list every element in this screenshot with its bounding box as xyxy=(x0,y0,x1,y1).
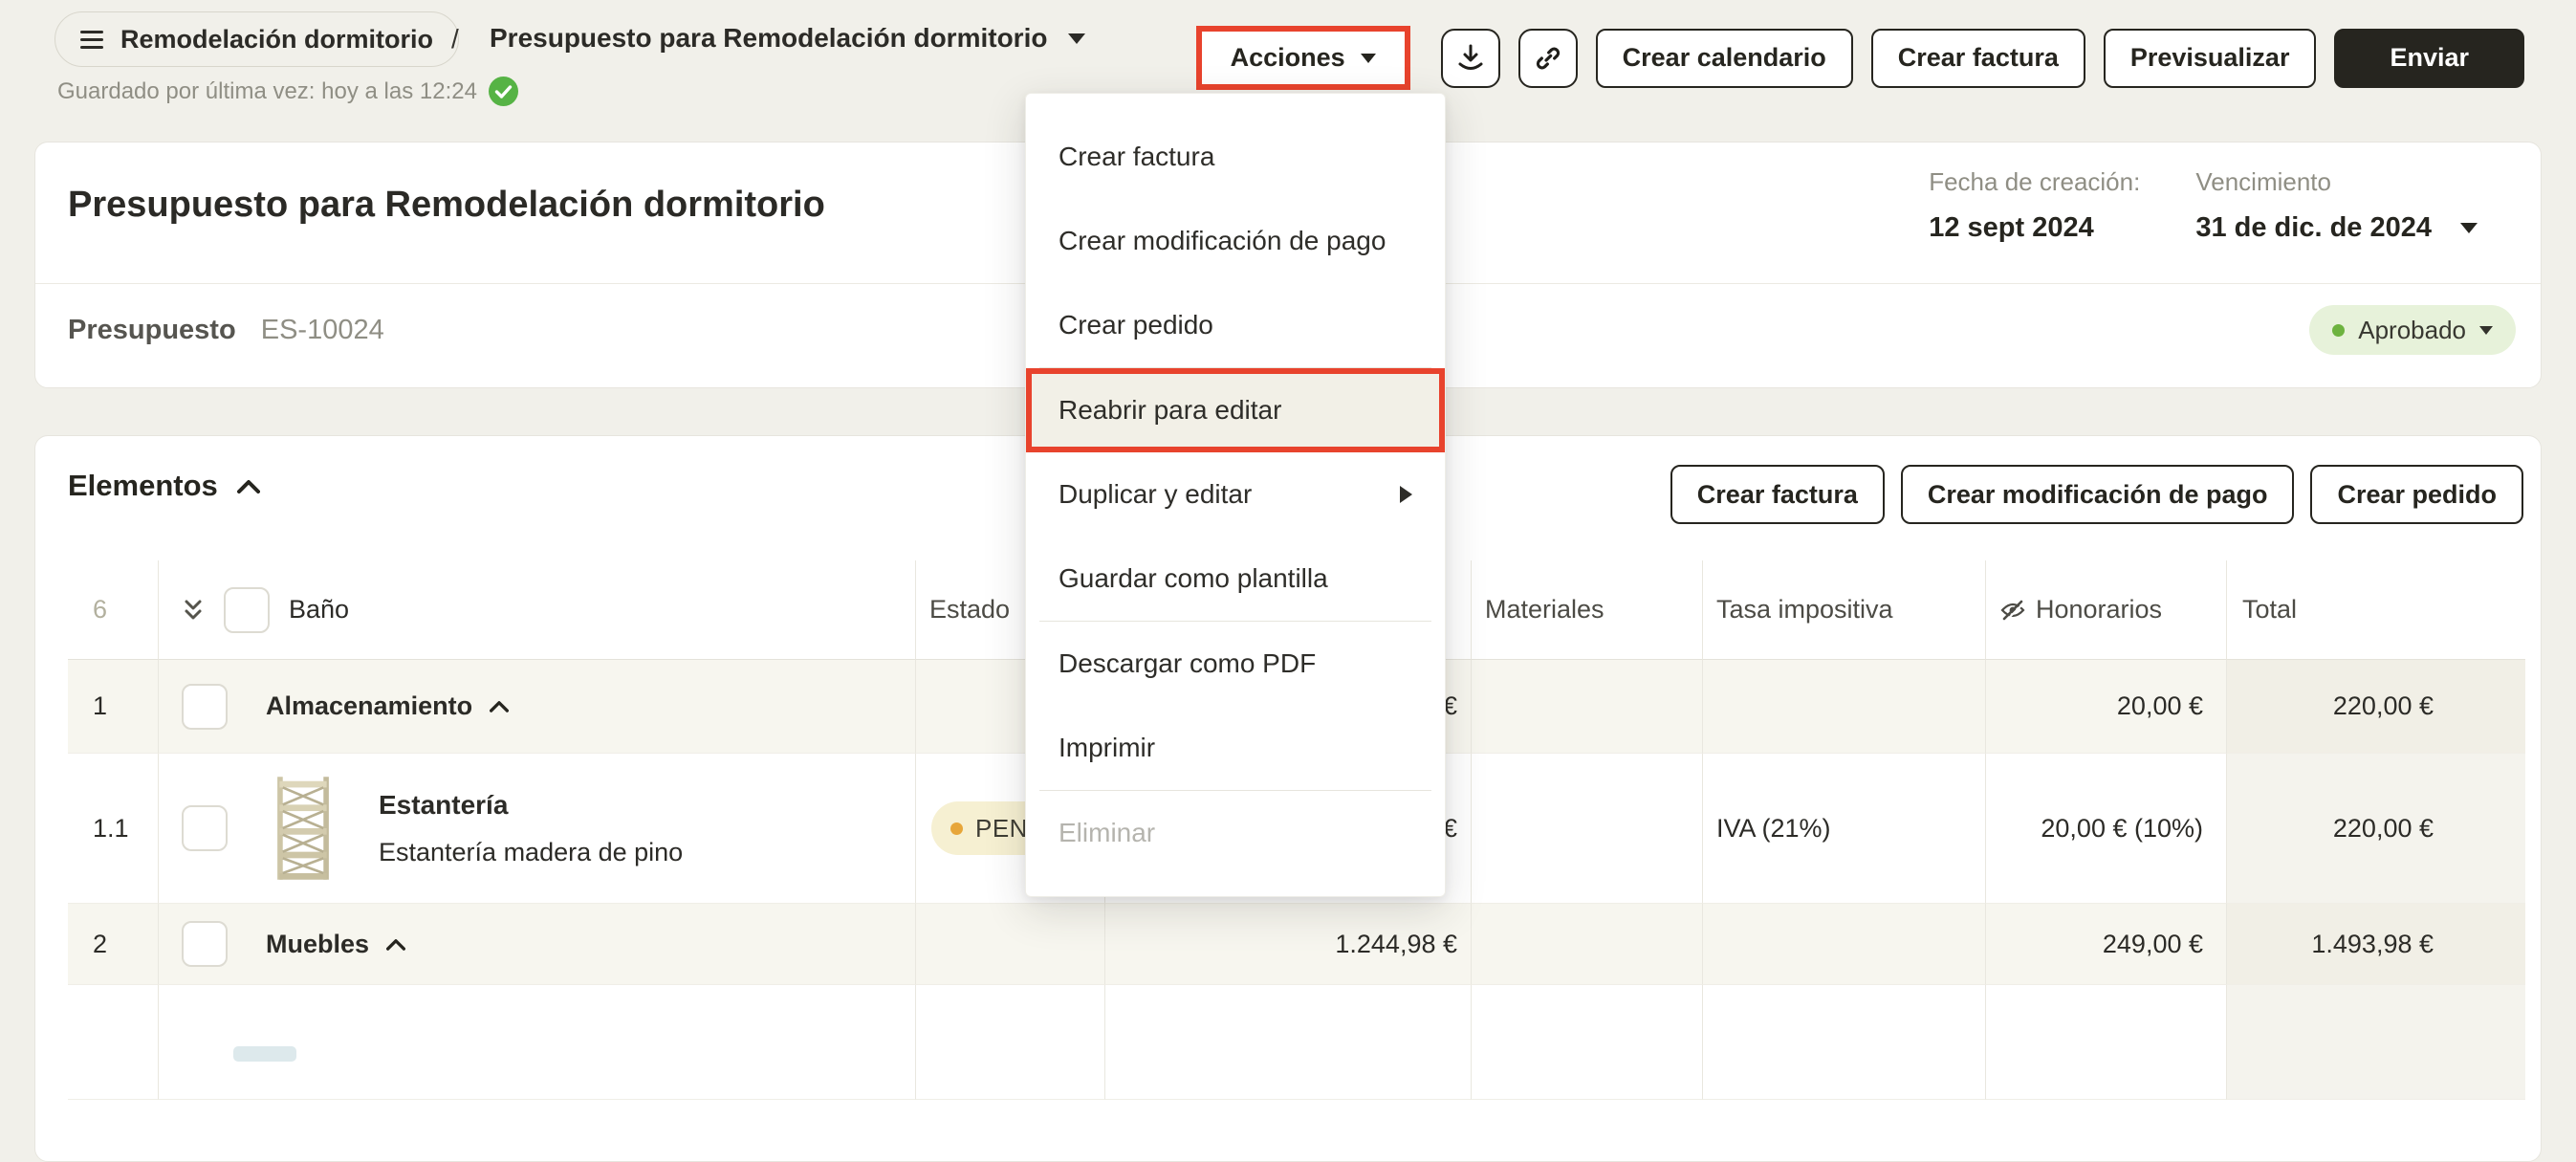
submenu-arrow-icon xyxy=(1400,486,1412,503)
crear-factura-button[interactable]: Crear factura xyxy=(1870,28,2085,88)
honorarios-cell: 20,00 € (10%) xyxy=(1986,754,2227,904)
due-date-value: 31 de dic. de 2024 xyxy=(2195,212,2432,243)
row-checkbox[interactable] xyxy=(182,683,228,730)
group-name-label: Muebles xyxy=(266,929,370,958)
enviar-button[interactable]: Enviar xyxy=(2334,28,2524,88)
product-thumbnail xyxy=(277,777,329,880)
materiales-cell xyxy=(1472,904,1703,985)
menu-item-crear-factura[interactable]: Crear factura xyxy=(1026,115,1445,199)
due-date: Vencimiento 31 de dic. de 2024 xyxy=(2195,167,2478,244)
elementos-crear-pedido-button[interactable]: Crear pedido xyxy=(2310,465,2523,524)
elementos-title: Elementos xyxy=(68,469,218,502)
document-type-label: Presupuesto xyxy=(68,315,236,345)
document-number: ES-10024 xyxy=(260,315,384,345)
eye-off-icon xyxy=(2000,600,2025,622)
group-name-label: Almacenamiento xyxy=(266,691,473,720)
chevron-down-icon xyxy=(2479,325,2493,335)
header-materiales: Materiales xyxy=(1472,560,1703,660)
due-date-label: Vencimiento xyxy=(2195,167,2331,196)
tasa-cell xyxy=(1703,904,1986,985)
chevron-up-icon[interactable] xyxy=(386,938,406,951)
row-checkbox[interactable] xyxy=(182,805,228,851)
tasa-cell xyxy=(1703,660,1986,754)
menu-item-reabrir-para-editar[interactable]: Reabrir para editar xyxy=(1026,368,1445,452)
acciones-annotation-box: Acciones xyxy=(1195,26,1410,90)
status-dot-icon xyxy=(2332,323,2346,337)
copy-link-button[interactable] xyxy=(1517,28,1578,88)
breadcrumb-separator: / xyxy=(451,24,459,54)
menu-item-duplicar-y-editar[interactable]: Duplicar y editar xyxy=(1026,452,1445,537)
acciones-button[interactable]: Acciones xyxy=(1225,42,1382,74)
breadcrumb-project-label: Remodelación dormitorio xyxy=(120,24,434,54)
acciones-menu: Crear factura Crear modificación de pago… xyxy=(1025,93,1446,897)
save-status: Guardado por última vez: hoy a las 12:24 xyxy=(57,77,518,106)
row-index: 1.1 xyxy=(68,754,159,904)
header-honorarios: Honorarios xyxy=(1986,560,2227,660)
menu-item-imprimir[interactable]: Imprimir xyxy=(1026,706,1445,790)
total-cell: 1.493,98 € xyxy=(2227,904,2525,985)
header-total: Total xyxy=(2227,560,2525,660)
page-title: Presupuesto para Remodelación dormitorio xyxy=(68,185,825,225)
chevron-down-icon xyxy=(1360,53,1376,63)
download-button[interactable] xyxy=(1440,28,1500,88)
elementos-crear-modificacion-button[interactable]: Crear modificación de pago xyxy=(1900,465,2295,524)
save-status-text: Guardado por última vez: hoy a las 12:24 xyxy=(57,77,477,104)
materiales-cell xyxy=(1472,660,1703,754)
honorarios-cell: 249,00 € xyxy=(1986,904,2227,985)
amount-cell: 1.244,98 € xyxy=(1105,904,1472,985)
chevron-up-icon xyxy=(236,479,260,493)
previsualizar-button[interactable]: Previsualizar xyxy=(2103,28,2317,88)
table-row-group-2[interactable]: 2 Muebles 1.244,98 € 249,00 € 1.493,98 € xyxy=(68,904,2525,985)
row-index: 1 xyxy=(68,660,159,754)
status-dot-icon xyxy=(950,822,963,835)
breadcrumb-document[interactable]: Presupuesto para Remodelación dormitorio xyxy=(490,23,1086,54)
next-item-thumbnail xyxy=(233,1046,296,1062)
document-type-line: Presupuesto ES-10024 xyxy=(68,315,384,346)
elementos-crear-factura-button[interactable]: Crear factura xyxy=(1670,465,1885,524)
breadcrumb-document-label: Presupuesto para Remodelación dormitorio xyxy=(490,23,1048,53)
table-row-partial xyxy=(68,985,2525,1100)
row-checkbox[interactable] xyxy=(182,921,228,967)
total-cell: 220,00 € xyxy=(2227,660,2525,754)
group-column-header: Baño xyxy=(289,595,350,624)
status-label: Aprobado xyxy=(2358,315,2466,344)
due-date-select[interactable]: 31 de dic. de 2024 xyxy=(2195,212,2478,244)
estado-cell xyxy=(916,904,1105,985)
created-date: Fecha de creación: 12 sept 2024 xyxy=(1929,167,2140,244)
menu-item-crear-modificacion-de-pago[interactable]: Crear modificación de pago xyxy=(1026,199,1445,283)
check-circle-icon xyxy=(488,77,518,106)
hamburger-icon xyxy=(80,30,103,49)
created-date-label: Fecha de creación: xyxy=(1929,167,2141,196)
chevron-down-icon xyxy=(1068,33,1086,44)
expand-all-icon[interactable] xyxy=(182,596,205,625)
toolbar: Acciones Crear calendario Crear factura … xyxy=(1195,26,2524,90)
chevron-down-icon xyxy=(2460,223,2478,233)
elementos-actions: Crear factura Crear modificación de pago… xyxy=(1670,465,2523,524)
download-icon xyxy=(1458,44,1483,70)
honorarios-cell: 20,00 € xyxy=(1986,660,2227,754)
link-icon xyxy=(1536,47,1560,69)
menu-item-crear-pedido[interactable]: Crear pedido xyxy=(1026,283,1445,367)
breadcrumb-project[interactable]: Remodelación dormitorio xyxy=(55,11,460,67)
header-tasa-impositiva: Tasa impositiva xyxy=(1703,560,1986,660)
dates-block: Fecha de creación: 12 sept 2024 Vencimie… xyxy=(1929,167,2478,244)
chevron-up-icon[interactable] xyxy=(490,700,510,713)
created-date-value: 12 sept 2024 xyxy=(1929,212,2094,243)
tasa-cell: IVA (21%) xyxy=(1703,754,1986,904)
total-cell: 220,00 € xyxy=(2227,754,2525,904)
select-all-checkbox[interactable] xyxy=(224,586,270,633)
item-description: Estantería madera de pino xyxy=(379,837,684,866)
acciones-label: Acciones xyxy=(1230,43,1345,72)
menu-item-guardar-como-plantilla[interactable]: Guardar como plantilla xyxy=(1026,537,1445,621)
menu-item-descargar-como-pdf[interactable]: Descargar como PDF xyxy=(1026,622,1445,706)
item-name: Estantería xyxy=(379,789,509,820)
items-count: 6 xyxy=(68,560,159,660)
status-badge[interactable]: Aprobado xyxy=(2309,305,2516,355)
materiales-cell xyxy=(1472,754,1703,904)
crear-calendario-button[interactable]: Crear calendario xyxy=(1595,28,1853,88)
row-index: 2 xyxy=(68,904,159,985)
menu-item-eliminar: Eliminar xyxy=(1059,818,1156,847)
elementos-header[interactable]: Elementos xyxy=(68,469,260,503)
